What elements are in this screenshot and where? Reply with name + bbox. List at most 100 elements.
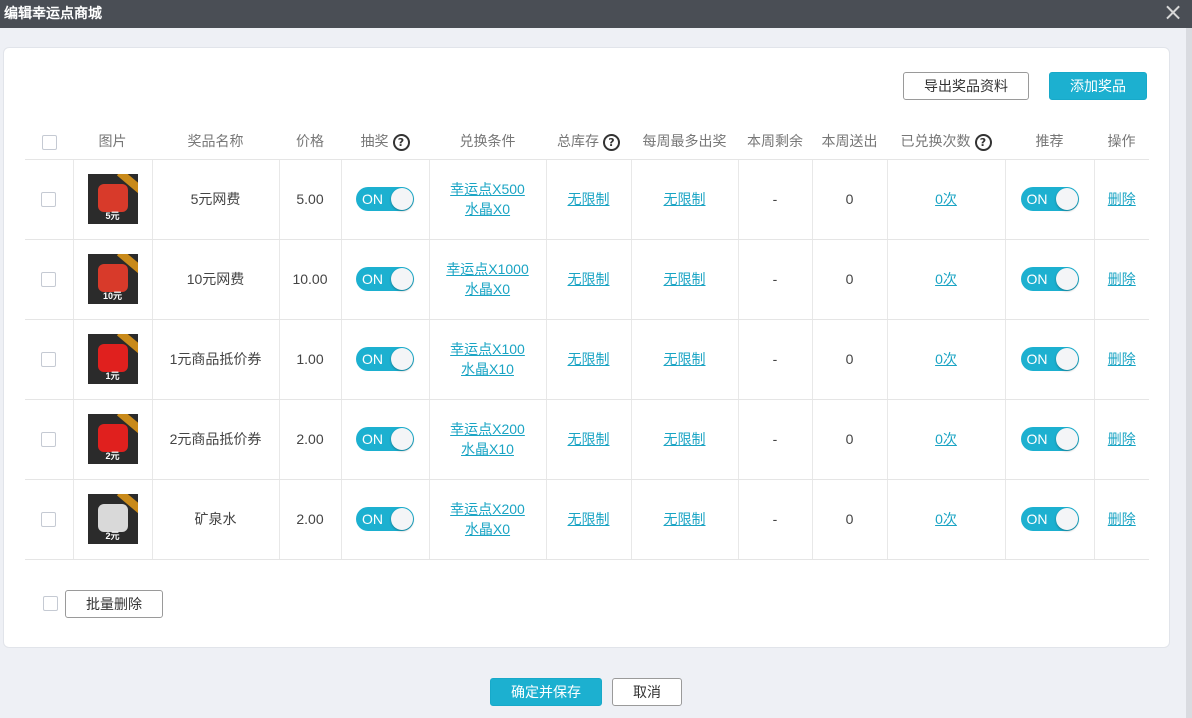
weekly-max-link[interactable]: 无限制: [664, 271, 706, 287]
delete-link[interactable]: 删除: [1108, 351, 1136, 367]
row-checkbox[interactable]: [41, 192, 57, 208]
stock-link[interactable]: 无限制: [568, 511, 610, 527]
row-checkbox[interactable]: [41, 272, 57, 288]
condition-link[interactable]: 幸运点X200 水晶X10: [450, 421, 525, 457]
prize-image-shape: [97, 184, 128, 212]
prize-image-shape: [97, 264, 128, 292]
weekly-max-link[interactable]: 无限制: [664, 191, 706, 207]
stock-link[interactable]: 无限制: [568, 271, 610, 287]
delete-link[interactable]: 删除: [1108, 191, 1136, 207]
header-stock: 总库存?: [546, 124, 631, 160]
export-prizes-button[interactable]: 导出奖品资料: [903, 72, 1029, 100]
lottery-toggle[interactable]: ON: [356, 347, 414, 371]
week-left: -: [737, 399, 812, 480]
row-checkbox[interactable]: [41, 512, 57, 528]
lottery-toggle[interactable]: ON: [356, 427, 414, 451]
table-row: 10元 10元网费 10.00 ON 幸运点X1000 水晶X0 无限制 无限制 -0 0次 ON 删…: [25, 239, 1149, 320]
prize-panel: 导出奖品资料 添加奖品 图片 奖品名称 价格 抽奖? 兑换条件 总库存? 每周最…: [3, 47, 1170, 648]
header-weekly-max: 每周最多出奖: [631, 124, 738, 160]
condition-link[interactable]: 幸运点X100 水晶X10: [450, 341, 525, 377]
row-checkbox[interactable]: [41, 432, 57, 448]
prize-image-shape: [97, 344, 128, 372]
weekly-max-link[interactable]: 无限制: [664, 431, 706, 447]
weekly-max-link[interactable]: 无限制: [664, 351, 706, 367]
prize-image-label: 2元: [105, 451, 120, 461]
redeemed-link[interactable]: 0次: [935, 511, 957, 527]
recommend-toggle[interactable]: ON: [1020, 267, 1079, 291]
header-image: 图片: [73, 124, 152, 160]
header-lottery: 抽奖?: [341, 124, 429, 160]
prize-price: 10.00: [278, 239, 341, 320]
redeemed-link[interactable]: 0次: [935, 271, 957, 287]
toggle-knob: [1055, 508, 1078, 530]
prize-image: 5元: [87, 174, 138, 224]
toggle-knob: [391, 348, 413, 370]
lottery-toggle[interactable]: ON: [356, 267, 414, 291]
week-left: -: [737, 159, 812, 240]
table-row: 2元 2元商品抵价券 2.00 ON 幸运点X200 水晶X10 无限制 无限制 -0 0次 ON 删…: [25, 399, 1149, 480]
add-prize-button[interactable]: 添加奖品: [1049, 72, 1147, 100]
prize-name: 5元网费: [151, 159, 279, 240]
condition-link[interactable]: 幸运点X200 水晶X0: [450, 501, 525, 537]
table-row: 2元 矿泉水 2.00 ON 幸运点X200 水晶X0 无限制 无限制 -0 0次 ON 删除: [25, 479, 1149, 560]
recommend-toggle[interactable]: ON: [1020, 427, 1079, 451]
toggle-knob: [1055, 268, 1078, 290]
weekly-max-link[interactable]: 无限制: [664, 511, 706, 527]
week-sent: 0: [811, 319, 887, 400]
prize-image-label: 10元: [102, 291, 122, 301]
delete-link[interactable]: 删除: [1108, 431, 1136, 447]
redeemed-link[interactable]: 0次: [935, 431, 957, 447]
prize-image-shape: [97, 504, 128, 532]
close-icon[interactable]: ×: [1162, 0, 1184, 24]
stock-link[interactable]: 无限制: [568, 351, 610, 367]
week-sent: 0: [811, 239, 887, 320]
lottery-help-icon[interactable]: ?: [392, 134, 410, 152]
prize-image: 1元: [87, 334, 138, 384]
recommend-toggle[interactable]: ON: [1020, 187, 1079, 211]
prize-name: 1元商品抵价券: [151, 319, 279, 400]
week-left: -: [737, 319, 812, 400]
prize-price: 2.00: [278, 399, 341, 480]
table-header-row: 图片 奖品名称 价格 抽奖? 兑换条件 总库存? 每周最多出奖 本周剩余 本周送…: [25, 124, 1149, 160]
batch-select-checkbox[interactable]: [43, 596, 58, 611]
row-checkbox[interactable]: [41, 352, 57, 368]
prize-image-label: 5元: [105, 211, 120, 221]
week-left: -: [737, 479, 812, 560]
dialog-titlebar: 编辑幸运点商城: [0, 0, 1192, 28]
select-all-checkbox[interactable]: [41, 134, 57, 150]
header-action: 操作: [1094, 124, 1149, 160]
recommend-toggle[interactable]: ON: [1020, 507, 1079, 531]
week-sent: 0: [811, 479, 887, 560]
prize-price: 1.00: [278, 319, 341, 400]
header-condition: 兑换条件: [429, 124, 546, 160]
redeemed-help-icon[interactable]: ?: [974, 134, 992, 152]
recommend-toggle[interactable]: ON: [1020, 347, 1079, 371]
stock-link[interactable]: 无限制: [568, 431, 610, 447]
prize-price: 2.00: [278, 479, 341, 560]
prize-table: 图片 奖品名称 价格 抽奖? 兑换条件 总库存? 每周最多出奖 本周剩余 本周送…: [25, 124, 1149, 560]
stock-help-icon[interactable]: ?: [603, 134, 620, 152]
confirm-save-button[interactable]: 确定并保存: [490, 678, 602, 706]
toggle-knob: [1055, 348, 1078, 370]
redeemed-link[interactable]: 0次: [935, 191, 957, 207]
prize-price: 5.00: [278, 159, 341, 240]
window-scrollbar[interactable]: [1186, 28, 1192, 718]
condition-link[interactable]: 幸运点X500 水晶X0: [450, 181, 525, 217]
header-redeemed: 已兑换次数?: [887, 124, 1005, 160]
week-left: -: [737, 239, 812, 320]
prize-image: 2元: [87, 414, 138, 464]
condition-link[interactable]: 幸运点X1000 水晶X0: [446, 261, 528, 297]
stock-link[interactable]: 无限制: [568, 191, 610, 207]
redeemed-link[interactable]: 0次: [935, 351, 957, 367]
lottery-toggle[interactable]: ON: [356, 187, 414, 211]
delete-link[interactable]: 删除: [1108, 511, 1136, 527]
batch-delete-button[interactable]: 批量删除: [65, 590, 163, 618]
header-week-left: 本周剩余: [738, 124, 812, 160]
lottery-toggle[interactable]: ON: [356, 507, 414, 531]
toggle-knob: [1055, 428, 1078, 450]
prize-name: 10元网费: [151, 239, 279, 320]
delete-link[interactable]: 删除: [1108, 271, 1136, 287]
week-sent: 0: [811, 159, 887, 240]
toggle-knob: [391, 508, 413, 530]
cancel-button[interactable]: 取消: [612, 678, 682, 706]
